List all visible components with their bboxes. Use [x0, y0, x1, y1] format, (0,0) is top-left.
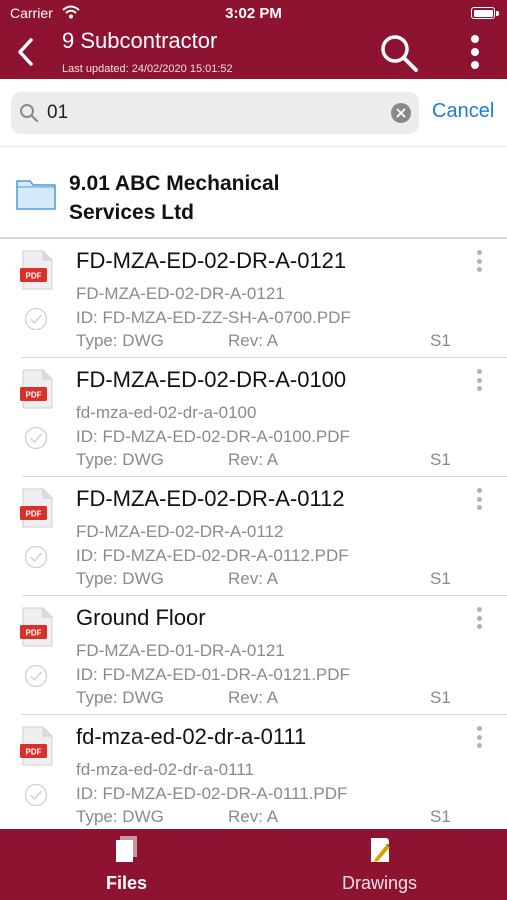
list-item[interactable]: PDF fd-mza-ed-02-dr-a-0111 fd-mza-ed-02-…: [0, 715, 507, 829]
item-more-button[interactable]: [470, 366, 488, 394]
status-bar: Carrier 3:02 PM: [0, 0, 507, 26]
search-field[interactable]: [11, 92, 419, 134]
pdf-file-icon: PDF: [20, 726, 53, 766]
last-updated-label: Last updated: 24/02/2020 15:01:52: [62, 63, 233, 75]
file-title: Ground Floor: [76, 605, 206, 630]
nav-header: Carrier 3:02 PM 9 Subcontractor Last upd…: [0, 0, 507, 79]
file-status: S1: [430, 569, 451, 588]
back-button[interactable]: [10, 34, 40, 70]
file-id: ID: FD-MZA-ED-ZZ-SH-A-0700.PDF: [76, 308, 351, 327]
drawings-icon: [370, 838, 390, 862]
app-screen: Carrier 3:02 PM 9 Subcontractor Last upd…: [0, 0, 507, 900]
battery-icon: [471, 7, 495, 19]
search-button[interactable]: [376, 30, 422, 76]
svg-text:PDF: PDF: [26, 272, 42, 281]
page-title: 9 Subcontractor: [62, 28, 218, 53]
file-id: ID: FD-MZA-ED-01-DR-A-0121.PDF: [76, 665, 350, 684]
item-more-button[interactable]: [470, 485, 488, 513]
check-circle-icon: [24, 545, 48, 569]
list-item[interactable]: PDF FD-MZA-ED-02-DR-A-0112 FD-MZA-ED-02-…: [0, 477, 507, 596]
file-revision: Rev: A: [228, 450, 279, 469]
clock: 3:02 PM: [225, 5, 282, 22]
file-type: Type: DWG: [76, 807, 164, 826]
tab-bar: Files Drawings: [0, 829, 507, 900]
tab-drawings[interactable]: Drawings: [253, 829, 506, 900]
search-icon: [381, 35, 418, 72]
battery-tip: [496, 11, 499, 16]
file-type: Type: DWG: [76, 450, 164, 469]
pdf-file-icon: PDF: [20, 369, 53, 409]
more-options-button[interactable]: [462, 32, 488, 72]
file-list: PDF FD-MZA-ED-02-DR-A-0121 FD-MZA-ED-02-…: [0, 239, 507, 829]
file-type: Type: DWG: [76, 569, 164, 588]
file-id: ID: FD-MZA-ED-02-DR-A-0111.PDF: [76, 784, 348, 803]
search-icon: [20, 104, 39, 123]
file-status: S1: [430, 688, 451, 707]
tab-files-label: Files: [105, 873, 148, 893]
svg-text:PDF: PDF: [26, 748, 42, 757]
tab-files[interactable]: Files: [0, 829, 253, 900]
check-circle-icon: [24, 783, 48, 807]
file-revision: Rev: A: [228, 569, 279, 588]
file-status: S1: [430, 807, 451, 826]
file-id: ID: FD-MZA-ED-02-DR-A-0112.PDF: [76, 546, 349, 565]
chevron-left-icon: [18, 38, 33, 66]
check-circle-icon: [24, 307, 48, 331]
folder-name: 9.01 ABC Mechanical Services Ltd: [69, 172, 280, 224]
file-revision: Rev: A: [228, 807, 279, 826]
pdf-file-icon: PDF: [20, 250, 53, 290]
check-circle-icon: [24, 664, 48, 688]
item-more-button[interactable]: [470, 247, 488, 275]
folder-icon: [16, 180, 56, 210]
file-name: fd-mza-ed-02-dr-a-0100: [76, 403, 257, 422]
clear-search-button[interactable]: [391, 103, 411, 123]
item-more-button[interactable]: [470, 723, 488, 751]
file-type: Type: DWG: [76, 688, 164, 707]
files-icon: [115, 836, 137, 862]
file-title: FD-MZA-ED-02-DR-A-0112: [76, 486, 345, 511]
file-revision: Rev: A: [228, 331, 279, 350]
more-vertical-icon: [471, 35, 479, 69]
svg-text:PDF: PDF: [26, 510, 42, 519]
folder-item[interactable]: 9.01 ABC Mechanical Services Ltd: [0, 147, 507, 239]
tab-drawings-label: Drawings: [341, 873, 418, 893]
file-status: S1: [430, 450, 451, 469]
file-type: Type: DWG: [76, 331, 164, 350]
close-icon: [396, 108, 406, 118]
svg-text:PDF: PDF: [26, 391, 42, 400]
file-id: ID: FD-MZA-ED-02-DR-A-0100.PDF: [76, 427, 350, 446]
file-title: fd-mza-ed-02-dr-a-0111: [76, 724, 307, 749]
file-name: FD-MZA-ED-02-DR-A-0112: [76, 522, 284, 541]
list-item[interactable]: PDF FD-MZA-ED-02-DR-A-0121 FD-MZA-ED-02-…: [0, 239, 507, 358]
pdf-file-icon: PDF: [20, 488, 53, 528]
file-title: FD-MZA-ED-02-DR-A-0100: [76, 367, 347, 392]
search-input[interactable]: [47, 97, 377, 129]
pdf-file-icon: PDF: [20, 607, 53, 647]
file-status: S1: [430, 331, 451, 350]
file-name: FD-MZA-ED-01-DR-A-0121: [76, 641, 285, 660]
search-bar: Cancel: [0, 79, 507, 147]
file-revision: Rev: A: [228, 688, 279, 707]
file-name: fd-mza-ed-02-dr-a-0111: [76, 760, 254, 779]
list-item[interactable]: PDF Ground Floor FD-MZA-ED-01-DR-A-0121 …: [0, 596, 507, 715]
check-circle-icon: [24, 426, 48, 450]
item-more-button[interactable]: [470, 604, 488, 632]
svg-text:PDF: PDF: [26, 629, 42, 638]
cancel-button[interactable]: Cancel: [432, 100, 494, 123]
file-name: FD-MZA-ED-02-DR-A-0121: [76, 284, 285, 303]
list-item[interactable]: PDF FD-MZA-ED-02-DR-A-0100 fd-mza-ed-02-…: [0, 358, 507, 477]
file-title: FD-MZA-ED-02-DR-A-0121: [76, 248, 347, 273]
